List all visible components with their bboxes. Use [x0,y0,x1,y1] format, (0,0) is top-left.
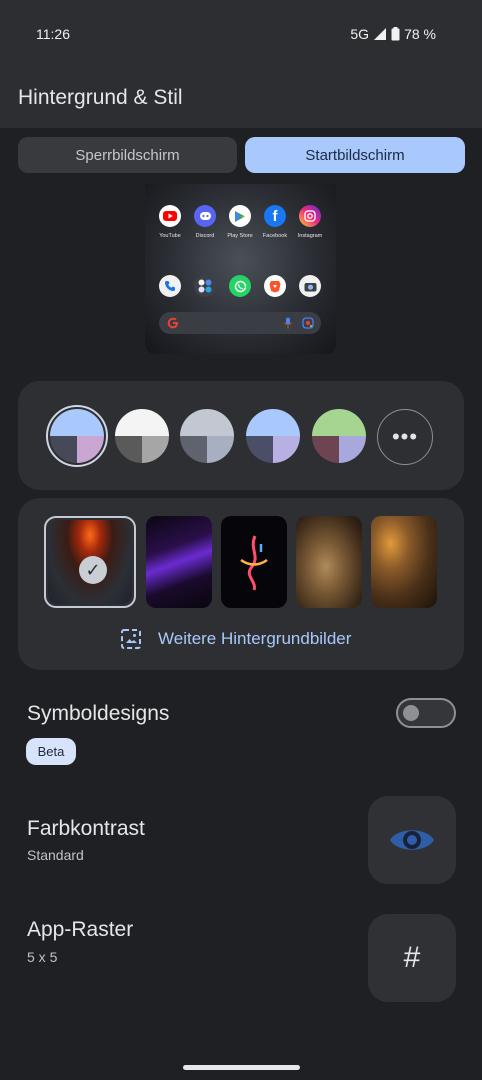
color-swatch-0[interactable] [50,409,104,463]
brave-icon [264,275,286,297]
wallpaper-thumb-0[interactable]: ✓ [48,520,132,604]
color-swatch-3[interactable] [246,409,300,463]
signal-icon [374,28,387,40]
screen-tabs: Sperrbildschirm Startbildschirm [18,137,465,173]
battery-level: 78 % [404,26,436,42]
wallpaper-thumb-1[interactable] [146,516,212,608]
color-swatch-2[interactable] [180,409,234,463]
google-icon [167,317,178,329]
wallpaper-thumb-4[interactable] [371,516,437,608]
discord-icon [194,205,216,227]
facebook-icon: f [264,205,286,227]
color-contrast-title: Farbkontrast [27,817,145,840]
app-label-discord: Discord [195,233,215,239]
grid-icon: # [403,941,421,974]
tab-lock-screen[interactable]: Sperrbildschirm [18,137,237,173]
instagram-icon [299,205,321,227]
color-swatch-1[interactable] [115,409,169,463]
search-bar [159,312,321,334]
app-label-play-store: Play Store [227,233,253,239]
lens-icon [302,317,314,329]
icon-designs-title: Symboldesigns [27,702,170,725]
wallpaper-card: ✓ Weitere Hintergrundbilder [18,498,464,670]
more-wallpapers-label: Weitere Hintergrundbilder [158,629,352,648]
status-indicators: 5G 78 % [350,26,436,42]
more-horizontal-icon: ••• [391,424,419,449]
image-icon [121,629,141,649]
color-palette-card: ••• [18,381,464,490]
checkmark-icon: ✓ [79,556,107,584]
eye-icon [390,830,434,850]
mic-icon [284,317,292,329]
more-wallpapers-link[interactable]: Weitere Hintergrundbilder [120,628,351,650]
app-label-instagram: Instagram [297,233,323,239]
toggle-knob [403,705,419,721]
app-grid-title: App-Raster [27,918,134,941]
play-store-icon [229,205,251,227]
status-time: 11:26 [36,26,70,42]
tab-home-screen[interactable]: Startbildschirm [245,137,465,173]
whatsapp-icon [229,275,251,297]
youtube-icon [159,205,181,227]
app-grid-value: 5 x 5 [27,949,58,965]
color-swatch-4[interactable] [312,409,366,463]
app-label-youtube: YouTube [159,233,181,239]
battery-icon [391,27,400,41]
beta-badge: Beta [26,738,76,765]
gesture-nav-handle[interactable] [183,1065,300,1070]
app-label-facebook: Facebook [262,233,288,239]
wallpaper-thumb-2[interactable] [221,516,287,608]
app-grid-button[interactable]: # [368,914,456,1002]
home-screen-preview[interactable]: f YouTube Discord Play Store Facebook In… [145,184,336,354]
camera-icon [299,275,321,297]
more-colors-button[interactable]: ••• [377,409,433,465]
icon-designs-toggle[interactable] [396,698,456,728]
network-type: 5G [350,26,370,42]
color-contrast-button[interactable] [368,796,456,884]
wallpaper-thumb-3[interactable] [296,516,362,608]
phone-icon [159,275,181,297]
page-title: Hintergrund & Stil [18,86,183,109]
color-contrast-value: Standard [27,847,84,863]
app-folder-icon [194,275,216,297]
status-bar: 11:26 5G 78 % [0,0,482,68]
